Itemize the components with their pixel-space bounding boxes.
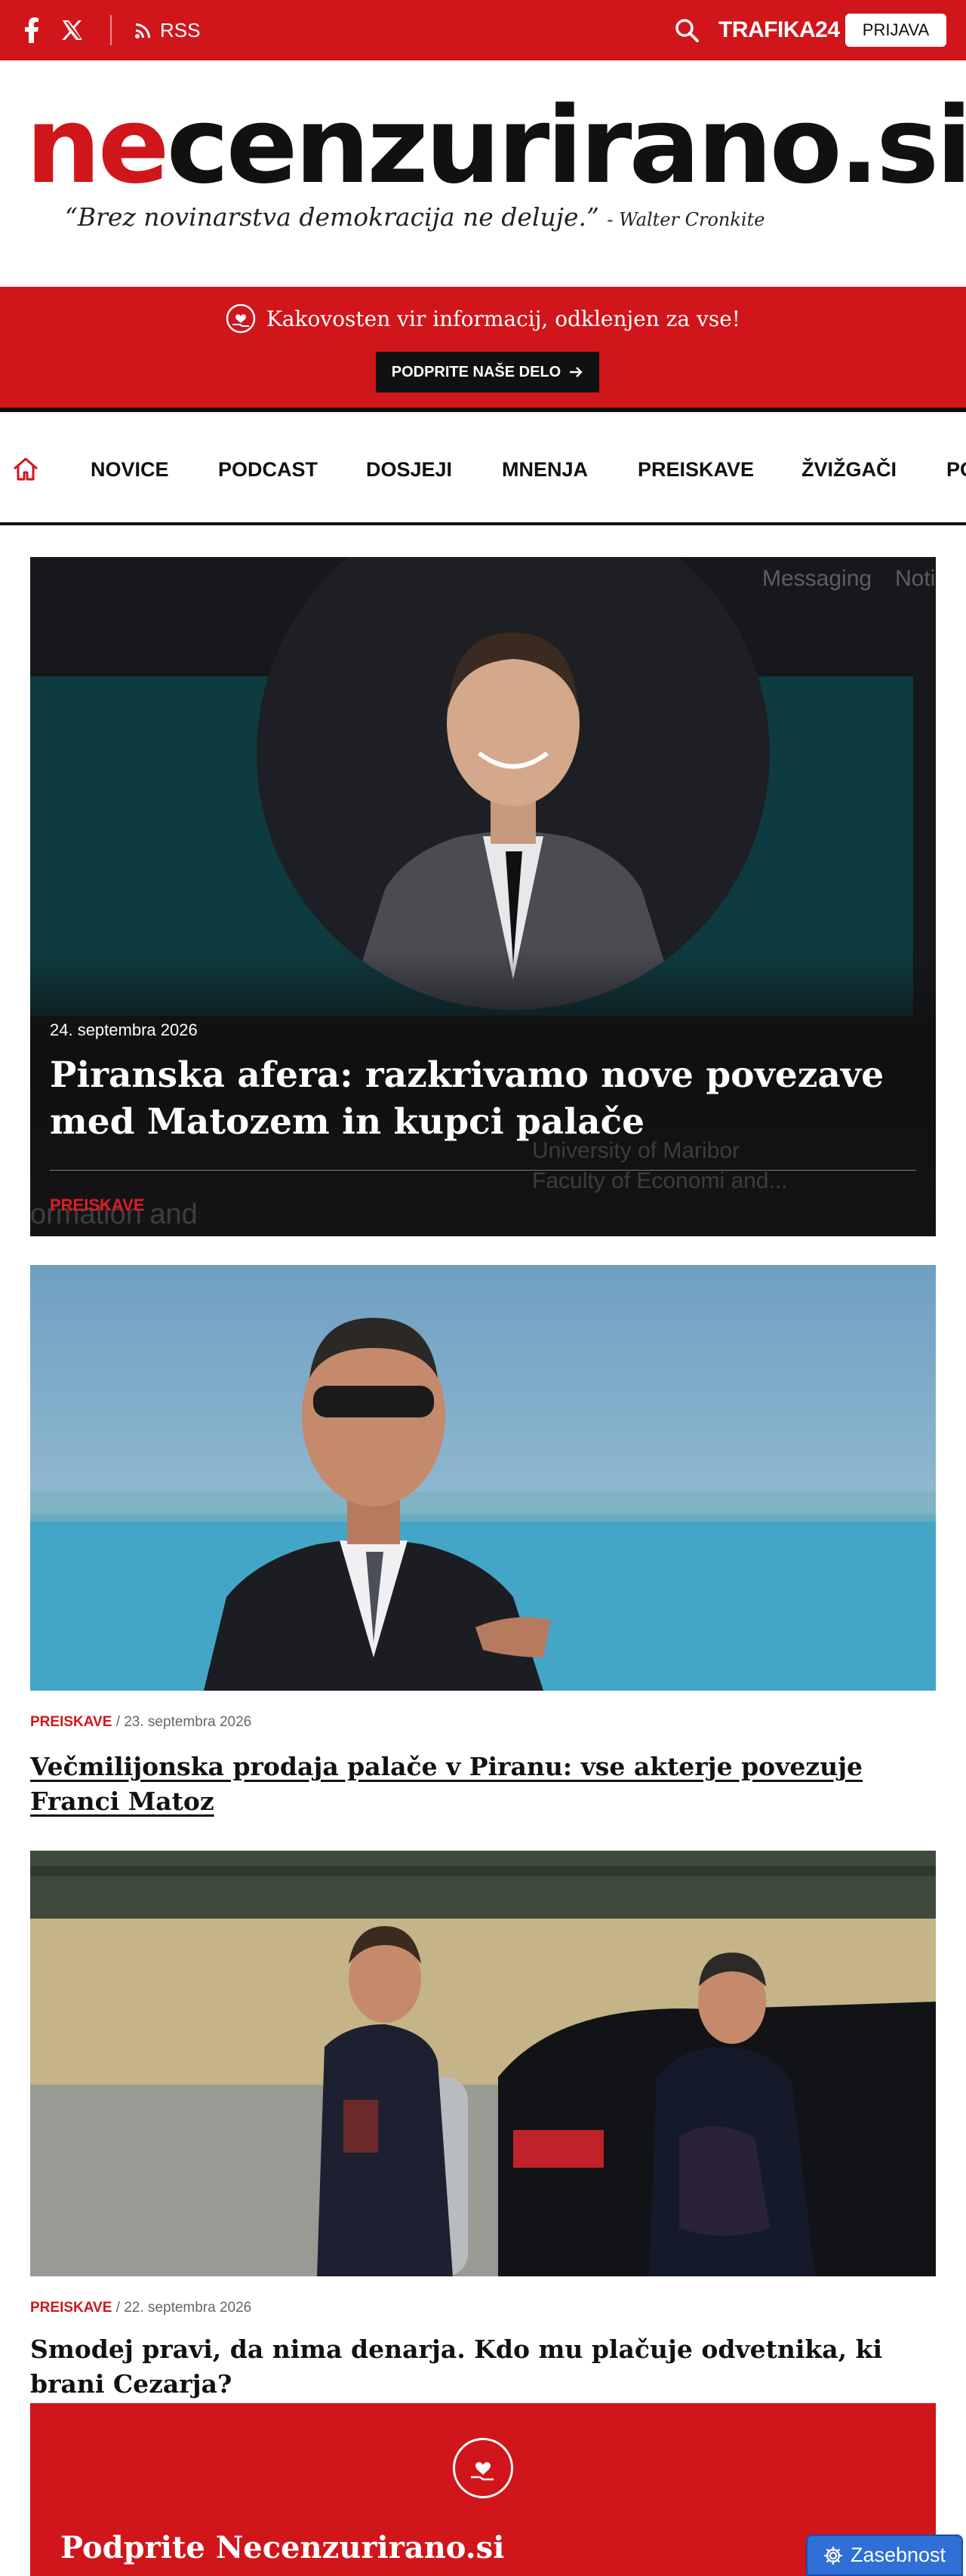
banner-message: Kakovosten vir informacij, odklenjen za …: [0, 300, 966, 337]
x-twitter-icon[interactable]: [59, 17, 86, 44]
privacy-label: Zasebnost: [850, 2544, 946, 2566]
hero-article[interactable]: Messaging Noti University of Maribor Fac…: [30, 557, 936, 1236]
article-meta: PREISKAVE / 23. septembra 2026: [30, 1712, 251, 1733]
top-bar: RSS TRAFIKA24 PRIJAVA: [0, 0, 966, 60]
nav-item-overflow[interactable]: PO: [946, 454, 966, 485]
rss-label: RSS: [160, 18, 201, 42]
site-logo[interactable]: necenzurirano.si: [26, 94, 966, 199]
hero-divider: [50, 1170, 916, 1171]
search-icon[interactable]: [673, 17, 700, 44]
nav-item-novice[interactable]: NOVICE: [91, 454, 169, 485]
heart-hand-icon: [453, 2438, 513, 2498]
tagline-author: - Walter Cronkite: [607, 209, 765, 230]
article-category[interactable]: PREISKAVE: [30, 1714, 112, 1730]
article-date: / 22. septembra 2026: [115, 2300, 252, 2316]
hero-category[interactable]: PREISKAVE: [50, 1196, 145, 1215]
heart-hand-icon: [226, 303, 256, 334]
article-image[interactable]: [30, 1265, 936, 1691]
article-title[interactable]: Smodej pravi, da nima denarja. Kdo mu pl…: [30, 2332, 936, 2402]
trafika24-link[interactable]: TRAFIKA24: [718, 15, 840, 45]
support-title: Podprite Necenzurirano.si: [60, 2530, 505, 2565]
topbar-divider: [110, 15, 112, 45]
article-meta: PREISKAVE / 22. septembra 2026: [30, 2297, 251, 2319]
nav-item-podcast[interactable]: PODCAST: [218, 454, 318, 485]
support-banner: Kakovosten vir informacij, odklenjen za …: [0, 287, 966, 408]
hero-title[interactable]: Piranska afera: razkrivamo nove povezave…: [50, 1052, 903, 1146]
home-icon[interactable]: [11, 454, 41, 485]
article-image[interactable]: [30, 1851, 936, 2276]
nav-item-preiskave[interactable]: PREISKAVE: [638, 454, 754, 485]
rss-icon: [135, 23, 150, 38]
article-date: / 23. septembra 2026: [115, 1714, 252, 1730]
facebook-icon[interactable]: [18, 17, 45, 44]
hero-bg-text-noti: Noti: [895, 566, 936, 591]
article-title[interactable]: Večmilijonska prodaja palače v Piranu: v…: [30, 1750, 936, 1819]
article-category[interactable]: PREISKAVE: [30, 2300, 112, 2316]
main-nav: NOVICE PODCAST DOSJEJI MNENJA PREISKAVE …: [0, 412, 966, 525]
rss-link[interactable]: RSS: [134, 18, 200, 42]
nav-item-mnenja[interactable]: MNENJA: [502, 454, 588, 485]
masthead: necenzurirano.si “Brez novinarstva demok…: [0, 60, 966, 287]
hero-bg-text-faculty: Faculty of Economi and...: [532, 1168, 788, 1193]
tagline: “Brez novinarstva demokracija ne deluje.…: [65, 202, 764, 232]
privacy-settings-button[interactable]: Zasebnost: [806, 2534, 963, 2576]
banner-text: Kakovosten vir informacij, odklenjen za …: [266, 306, 741, 331]
tagline-quote: “Brez novinarstva demokracija ne deluje.…: [65, 202, 599, 232]
support-our-work-button[interactable]: PODPRITE NAŠE DELO: [376, 352, 599, 392]
login-button[interactable]: PRIJAVA: [845, 14, 946, 47]
nav-item-dosjeji[interactable]: DOSJEJI: [366, 454, 452, 485]
hero-date: 24. septembra 2026: [50, 1020, 198, 1039]
gear-icon: [823, 2546, 843, 2565]
support-box: Podprite Necenzurirano.si: [30, 2403, 936, 2576]
nav-item-zvizgaci[interactable]: ŽVIŽGAČI: [801, 454, 897, 485]
hero-bg-text-messaging: Messaging: [762, 566, 872, 591]
arrow-right-icon: [570, 367, 583, 377]
